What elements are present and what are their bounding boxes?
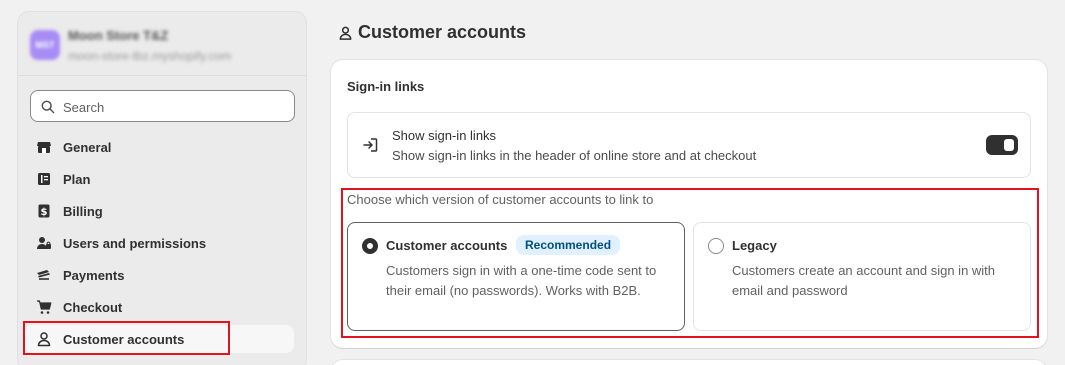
- page-title: Customer accounts: [338, 22, 526, 43]
- sidebar-item-label: Payments: [63, 267, 125, 283]
- next-card: [331, 360, 1047, 365]
- store-url: moon-store-tbz.myshopify.com: [68, 49, 232, 63]
- sidebar-item-plan[interactable]: Plan: [24, 165, 304, 193]
- sidebar-item-label: Checkout: [63, 299, 123, 315]
- store-avatar: MST: [30, 30, 60, 60]
- highlight-box-nav: [23, 321, 230, 355]
- sidebar-item-payments[interactable]: Payments: [24, 261, 304, 289]
- show-signin-links-setting: Show sign-in links Show sign-in links in…: [347, 112, 1031, 178]
- plan-icon: [36, 171, 52, 187]
- sign-in-icon: [363, 138, 378, 152]
- sidebar-item-general[interactable]: General: [24, 133, 304, 161]
- sidebar-item-users[interactable]: Users and permissions: [24, 229, 304, 257]
- signin-links-toggle[interactable]: [986, 135, 1018, 155]
- signin-links-description: Show sign-in links in the header of onli…: [392, 148, 757, 163]
- sidebar-item-label: General: [63, 139, 112, 155]
- payments-icon: [36, 267, 52, 283]
- sidebar-item-label: Users and permissions: [63, 235, 207, 251]
- users-icon: [36, 235, 52, 251]
- cart-icon: [36, 299, 52, 315]
- sidebar-item-label: Plan: [63, 171, 91, 187]
- page-title-text: Customer accounts: [358, 22, 527, 42]
- highlight-box-options: [341, 188, 1039, 338]
- svg-text:$: $: [41, 207, 48, 218]
- search-input[interactable]: [63, 97, 283, 117]
- sidebar-item-billing[interactable]: $ Billing: [24, 197, 304, 225]
- search-icon: [41, 100, 55, 114]
- store-name: Moon Store T&Z: [68, 28, 169, 43]
- settings-sidebar: MST Moon Store T&Z moon-store-tbz.myshop…: [17, 11, 307, 365]
- search-box[interactable]: [30, 90, 295, 122]
- signin-links-title: Show sign-in links: [392, 128, 497, 143]
- billing-icon: $: [36, 203, 52, 219]
- sidebar-item-label: Billing: [63, 203, 103, 219]
- card-title: Sign-in links: [347, 79, 425, 94]
- store-icon: [36, 139, 52, 155]
- sidebar-item-checkout[interactable]: Checkout: [24, 293, 304, 321]
- toggle-knob: [1004, 139, 1014, 151]
- person-icon: [338, 24, 354, 42]
- store-header[interactable]: MST Moon Store T&Z moon-store-tbz.myshop…: [18, 12, 306, 76]
